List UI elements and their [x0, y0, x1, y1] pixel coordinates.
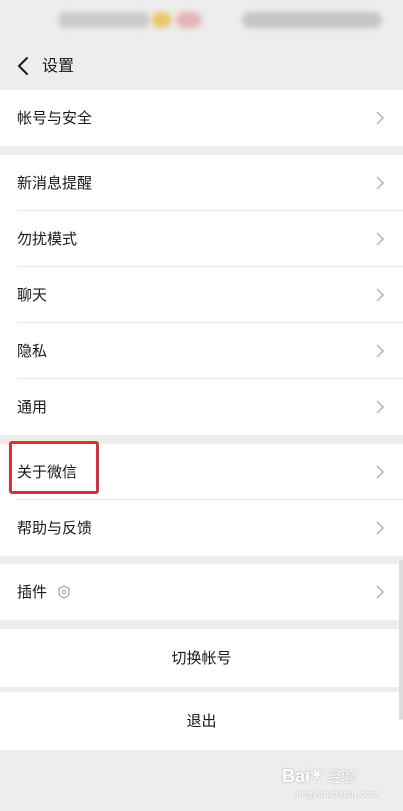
settings-item-label: 通用	[17, 398, 48, 416]
settings-item-label: 聊天	[17, 286, 48, 304]
logout-button[interactable]: 退出	[0, 692, 403, 750]
chevron-right-icon	[376, 232, 385, 246]
status-bar-blurred-yellow	[152, 12, 172, 28]
settings-group-plugins: 插件	[0, 564, 403, 620]
chevron-left-icon[interactable]	[12, 52, 36, 80]
highlight-box	[9, 441, 99, 494]
watermark-brand-right: 经验	[327, 769, 356, 785]
settings-item-label: 隐私	[17, 342, 48, 360]
chevron-right-icon	[376, 585, 385, 599]
settings-item-help-feedback[interactable]: 帮助与反馈	[0, 500, 403, 556]
chevron-right-icon	[376, 400, 385, 414]
switch-account-button[interactable]: 切换帐号	[0, 629, 403, 687]
chevron-right-icon	[376, 344, 385, 358]
chevron-right-icon	[376, 465, 385, 479]
watermark-url: jingyan.baidu.com	[296, 790, 380, 800]
status-bar-blurred-left	[58, 12, 150, 28]
settings-item-do-not-disturb[interactable]: 勿扰模式	[0, 211, 403, 267]
status-bar-blurred-pink	[176, 12, 202, 28]
settings-item-notifications[interactable]: 新消息提醒	[0, 155, 403, 211]
settings-item-account-security[interactable]: 帐号与安全	[0, 90, 403, 146]
nav-bar: 设置	[0, 44, 403, 88]
settings-item-label: 插件	[17, 583, 48, 601]
settings-group-general: 新消息提醒 勿扰模式 聊天 隐私 通用	[0, 155, 403, 435]
scrollbar[interactable]	[399, 560, 403, 720]
baidu-watermark: Bai❀ 经验	[282, 766, 394, 790]
chevron-right-icon	[376, 521, 385, 535]
settings-item-label: 帐号与安全	[17, 109, 93, 127]
settings-item-chat[interactable]: 聊天	[0, 267, 403, 323]
chevron-right-icon	[376, 176, 385, 190]
switch-account-label: 切换帐号	[171, 649, 232, 667]
chevron-right-icon	[376, 288, 385, 302]
settings-item-label: 帮助与反馈	[17, 519, 93, 537]
settings-group-account: 帐号与安全	[0, 90, 403, 146]
status-bar-blurred-right	[242, 12, 382, 28]
settings-item-label: 新消息提醒	[17, 174, 93, 192]
watermark-brand-left: Bai	[282, 766, 311, 786]
settings-item-plugins[interactable]: 插件	[0, 564, 403, 620]
status-bar	[0, 0, 403, 44]
settings-item-privacy[interactable]: 隐私	[0, 323, 403, 379]
page-title: 设置	[42, 56, 75, 75]
logout-label: 退出	[186, 712, 217, 730]
chevron-right-icon	[376, 111, 385, 125]
settings-item-general[interactable]: 通用	[0, 379, 403, 435]
settings-item-label: 勿扰模式	[17, 230, 78, 248]
paw-icon: ❀	[311, 766, 323, 782]
plugin-icon	[58, 585, 70, 599]
